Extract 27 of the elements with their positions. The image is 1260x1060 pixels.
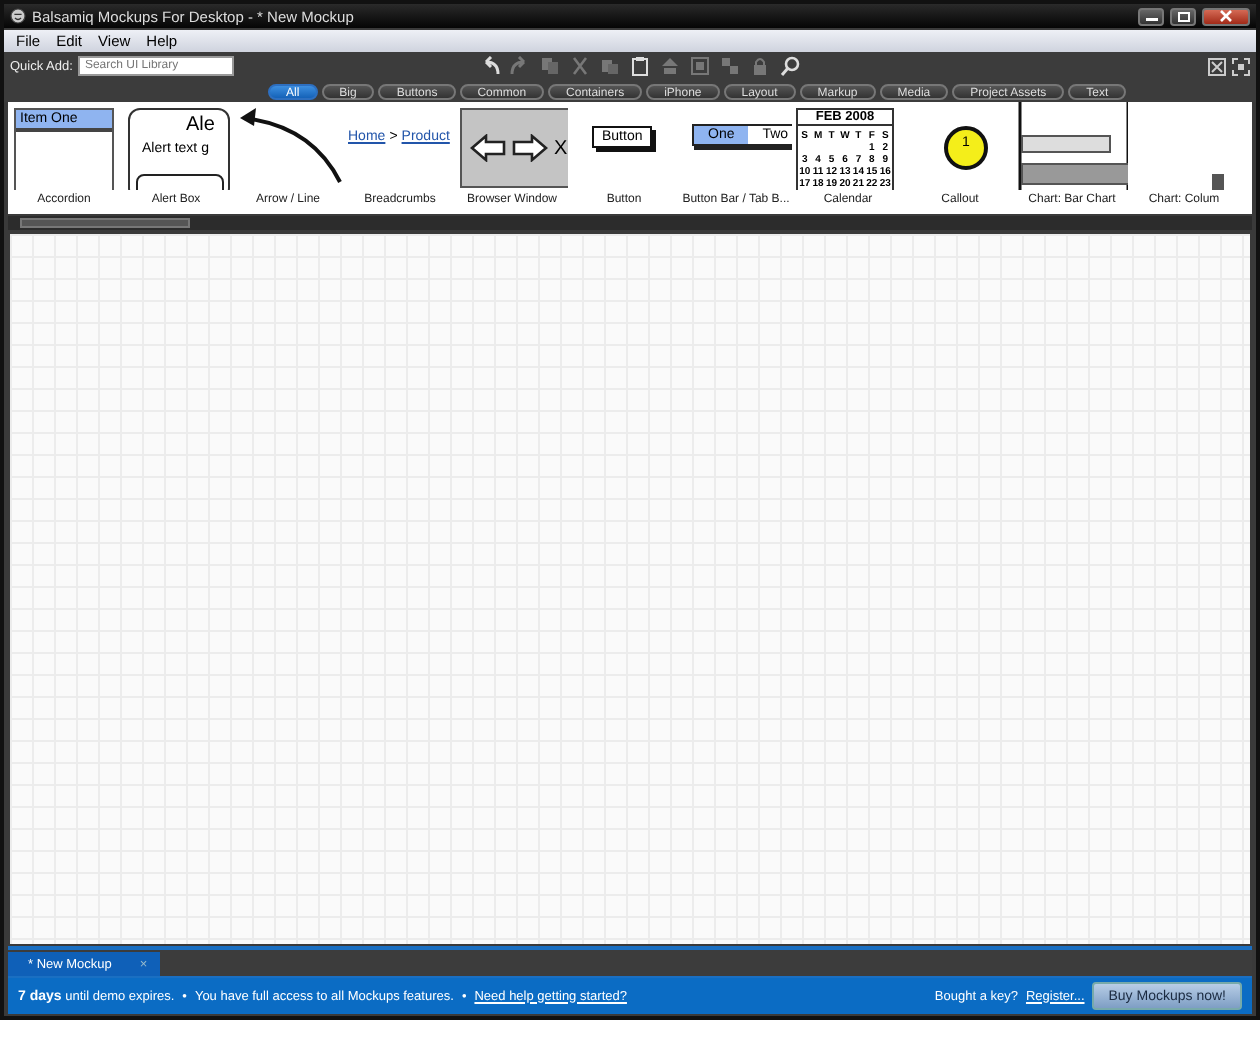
clipboard-icon[interactable] (630, 56, 651, 76)
close-button[interactable] (1202, 7, 1250, 25)
cut-icon[interactable] (570, 56, 591, 76)
search-icon[interactable] (780, 56, 801, 76)
undo-icon[interactable] (480, 56, 501, 76)
scrollbar-thumb[interactable] (20, 218, 190, 228)
horizontal-scrollbar[interactable] (8, 216, 1252, 230)
bring-front-icon[interactable] (660, 56, 681, 76)
panel-toggle-icon[interactable] (1208, 57, 1226, 75)
ungroup-icon[interactable] (720, 56, 741, 76)
alert-title: Ale (186, 114, 215, 136)
minimize-button[interactable] (1138, 7, 1164, 25)
back-arrow-icon (470, 134, 506, 162)
redo-icon[interactable] (510, 56, 531, 76)
lock-icon[interactable] (750, 56, 771, 76)
close-icon (1220, 10, 1232, 22)
copy-icon[interactable] (540, 56, 561, 76)
fullscreen-icon[interactable] (1232, 57, 1250, 75)
maximize-icon (1177, 11, 1189, 21)
browser-close-mark: X (554, 137, 568, 159)
forward-arrow-icon (512, 134, 548, 162)
group-icon[interactable] (690, 56, 711, 76)
bar-chart-drawing (1016, 102, 1128, 190)
app-logo-icon (10, 8, 26, 24)
duplicate-icon[interactable] (600, 56, 621, 76)
maximize-button[interactable] (1170, 7, 1196, 25)
column-chart-drawing (1212, 174, 1224, 190)
